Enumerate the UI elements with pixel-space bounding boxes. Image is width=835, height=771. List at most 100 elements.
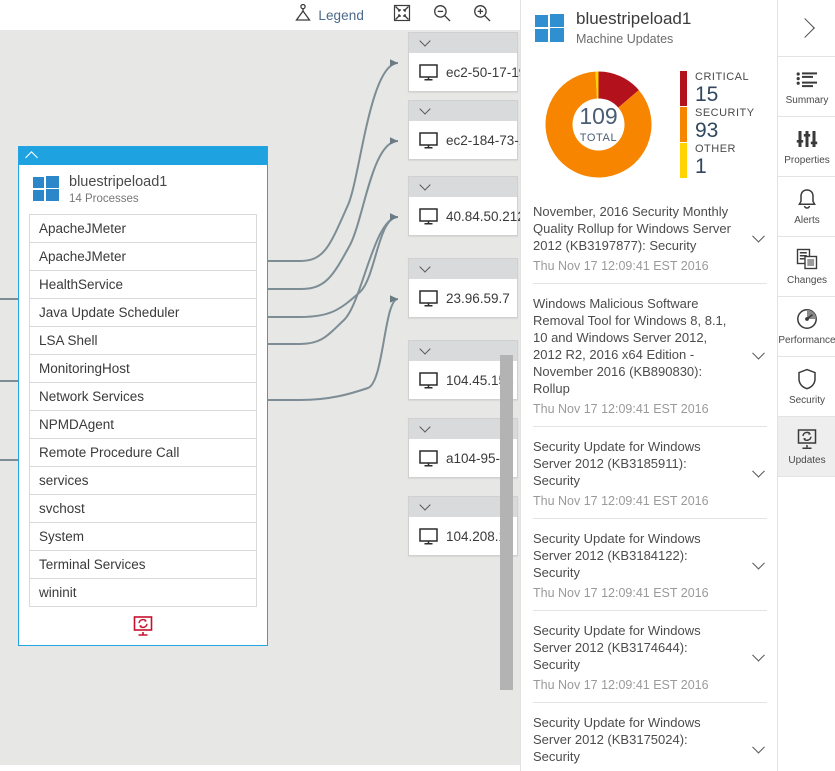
process-row[interactable]: Network Services (30, 383, 256, 411)
donut-legend-row: OTHER1 (680, 143, 755, 178)
donut-legend-row: SECURITY93 (680, 107, 755, 142)
process-row[interactable]: Remote Procedure Call (30, 439, 256, 467)
map-vertical-scrollbar[interactable] (500, 30, 513, 765)
process-row[interactable]: NPMDAgent (30, 411, 256, 439)
tab-label: Alerts (794, 215, 820, 226)
tab-changes[interactable]: Changes (778, 237, 835, 297)
tab-label: Updates (788, 455, 825, 466)
process-row[interactable]: System (30, 523, 256, 551)
process-row[interactable]: ApacheJMeter (30, 215, 256, 243)
update-title: Windows Malicious Software Removal Tool … (533, 295, 737, 397)
donut-graphic: 109 TOTAL (531, 57, 666, 192)
legend-value: 15 (695, 84, 749, 106)
monitor-icon (419, 372, 438, 389)
update-list-item[interactable]: Security Update for Windows Server 2012 … (533, 702, 767, 771)
update-title: November, 2016 Security Monthly Quality … (533, 203, 737, 254)
process-row[interactable]: services (30, 467, 256, 495)
machine-node-process-count: 14 Processes (69, 193, 167, 205)
tab-label: Changes (787, 275, 827, 286)
tab-summary[interactable]: Summary (778, 57, 835, 117)
chevron-down-icon[interactable] (752, 464, 765, 477)
process-row[interactable]: LSA Shell (30, 327, 256, 355)
legend-swatch (680, 107, 687, 142)
update-title: Security Update for Windows Server 2012 … (533, 438, 737, 489)
machine-node-footer (19, 607, 267, 645)
chevron-down-icon[interactable] (752, 556, 765, 569)
chevron-down-icon (419, 499, 430, 510)
machine-node-collapse-bar[interactable] (19, 147, 267, 165)
chevron-down-icon[interactable] (752, 648, 765, 661)
process-row[interactable]: svchost (30, 495, 256, 523)
map-scroll-thumb[interactable] (500, 355, 513, 690)
tab-performance[interactable]: Performance (778, 297, 835, 357)
list-icon (796, 67, 818, 91)
process-row[interactable]: HealthService (30, 271, 256, 299)
legend-swatch (680, 143, 687, 178)
tab-updates[interactable]: Updates (778, 417, 835, 477)
update-list-item[interactable]: Security Update for Windows Server 2012 … (533, 518, 767, 610)
details-tab-rail: Summary Properties Alerts Changes Performanc… (777, 57, 835, 771)
legend-label: SECURITY (695, 107, 755, 120)
updates-monitor-icon[interactable] (132, 616, 154, 636)
fit-to-screen-button[interactable] (382, 0, 422, 30)
zoom-in-button[interactable] (462, 0, 502, 30)
process-row[interactable]: MonitoringHost (30, 355, 256, 383)
update-list-item[interactable]: November, 2016 Security Monthly Quality … (533, 192, 767, 283)
legend-value: 1 (695, 156, 736, 178)
chevron-down-icon[interactable] (752, 740, 765, 753)
updates-icon (796, 427, 818, 451)
legend-swatch (680, 71, 687, 106)
update-date: Thu Nov 17 12:09:41 EST 2016 (533, 259, 737, 273)
update-date: Thu Nov 17 12:09:41 EST 2016 (533, 586, 737, 600)
legend-icon (294, 4, 312, 27)
process-row[interactable]: Terminal Services (30, 551, 256, 579)
legend-text: CRITICAL15 (687, 71, 749, 106)
monitor-icon (419, 450, 438, 467)
tab-properties[interactable]: Properties (778, 117, 835, 177)
map-toolbar: Legend (0, 0, 520, 30)
machine-node-bluestripeload1[interactable]: bluestripeload1 14 Processes ApacheJMete… (18, 146, 268, 646)
zoom-out-button[interactable] (422, 0, 462, 30)
process-row[interactable]: ApacheJMeter (30, 243, 256, 271)
details-content: 109 TOTAL CRITICAL15SECURITY93OTHER1 Nov… (521, 57, 779, 771)
details-pane: bluestripeload1 Machine Updates 109 TOTA… (520, 0, 835, 771)
gauge-icon (796, 307, 818, 331)
tab-alerts[interactable]: Alerts (778, 177, 835, 237)
chevron-down-icon (419, 103, 430, 114)
tab-label: Security (789, 395, 825, 406)
monitor-icon (419, 208, 438, 225)
bell-icon (797, 187, 817, 211)
legend-button[interactable]: Legend (284, 0, 374, 30)
changes-icon (796, 247, 818, 271)
chevron-down-icon[interactable] (752, 229, 765, 242)
collapse-panel-button[interactable] (777, 0, 835, 57)
map-canvas[interactable]: bluestripeload1 14 Processes ApacheJMete… (0, 30, 520, 765)
tab-label: Performance (778, 335, 835, 346)
update-list-item[interactable]: Windows Malicious Software Removal Tool … (533, 283, 767, 426)
chevron-down-icon[interactable] (752, 347, 765, 360)
update-title: Security Update for Windows Server 2012 … (533, 622, 737, 673)
details-subtitle: Machine Updates (576, 32, 691, 46)
fit-to-screen-icon (392, 3, 412, 28)
chevron-right-icon (795, 18, 815, 38)
update-date: Thu Nov 17 12:09:41 EST 2016 (533, 402, 737, 416)
process-row[interactable]: Java Update Scheduler (30, 299, 256, 327)
monitor-icon (419, 528, 438, 545)
chevron-down-icon (419, 421, 430, 432)
map-pane: Legend (0, 0, 520, 771)
tab-security[interactable]: Security (778, 357, 835, 417)
donut-svg (531, 57, 666, 192)
process-list: ApacheJMeterApacheJMeterHealthServiceJav… (29, 214, 257, 607)
update-title: Security Update for Windows Server 2012 … (533, 530, 737, 581)
legend-label: CRITICAL (695, 71, 749, 84)
update-list-item[interactable]: Security Update for Windows Server 2012 … (533, 426, 767, 518)
monitor-icon (419, 64, 438, 81)
update-list-item[interactable]: Security Update for Windows Server 2012 … (533, 610, 767, 702)
sliders-icon (796, 127, 818, 151)
monitor-icon (419, 132, 438, 149)
process-row[interactable]: wininit (30, 579, 256, 607)
windows-logo-icon (33, 176, 59, 202)
machine-node-header: bluestripeload1 14 Processes (19, 165, 267, 214)
legend-value: 93 (695, 120, 755, 142)
tab-label: Summary (786, 95, 829, 106)
